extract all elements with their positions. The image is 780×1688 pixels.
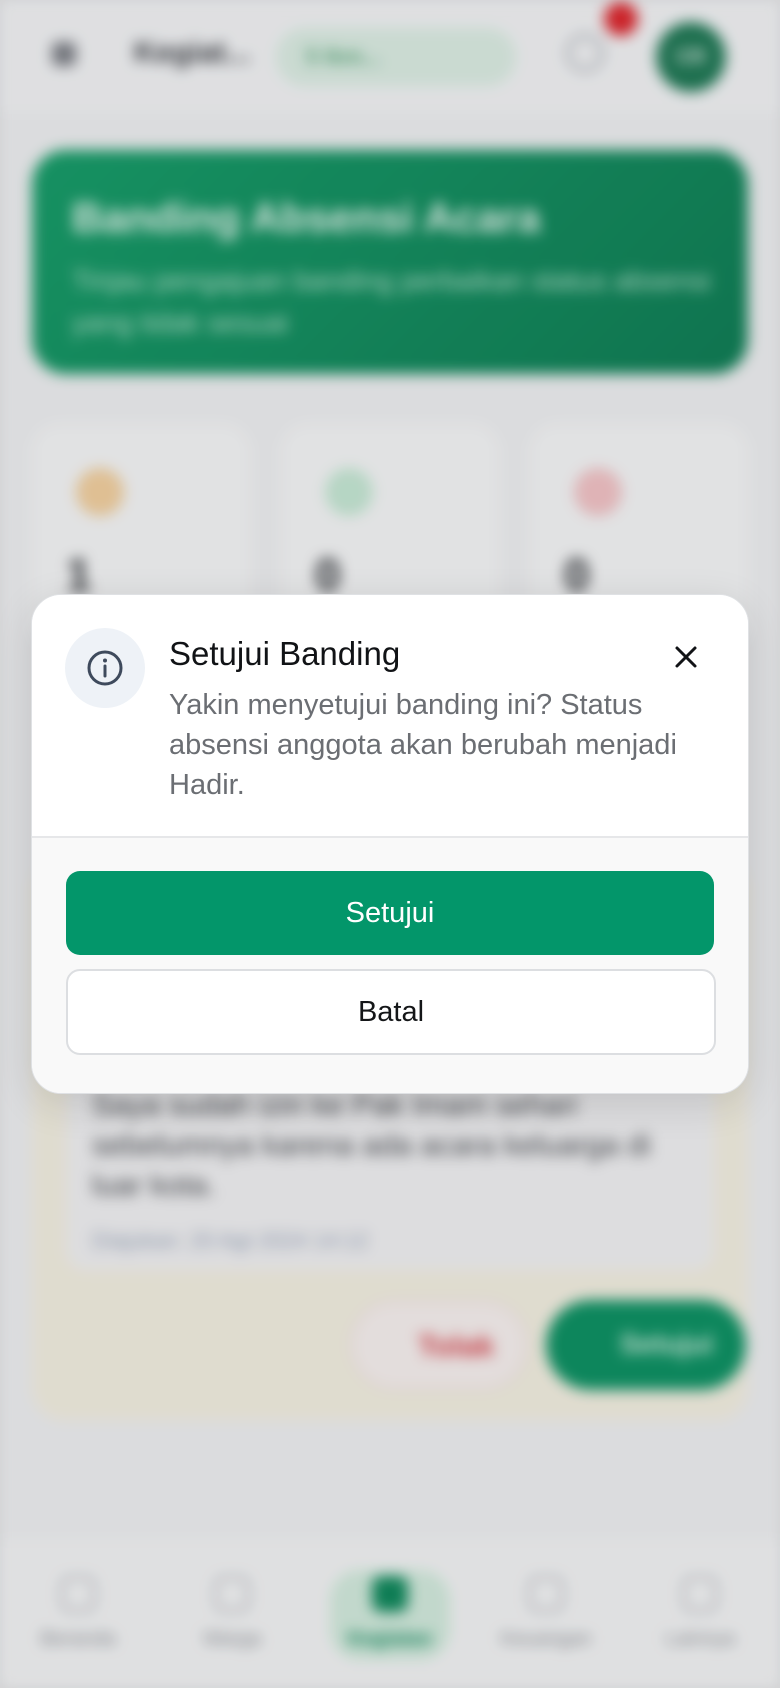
- close-icon: [675, 646, 697, 668]
- dialog-title: Setujui Banding: [169, 635, 401, 672]
- cancel-button[interactable]: Batal: [66, 969, 716, 1055]
- dialog-message: Yakin menyetujui banding ini? Status abs…: [169, 689, 677, 801]
- dialog-actions: Setujui Batal: [32, 836, 748, 1093]
- approve-appeal-dialog: Setujui Banding Yakin menyetujui banding…: [31, 594, 749, 1094]
- info-icon: [87, 650, 123, 686]
- info-badge: [65, 628, 145, 708]
- close-dialog-button[interactable]: [666, 637, 706, 677]
- dialog-header: Setujui Banding Yakin menyetujui banding…: [32, 595, 748, 836]
- confirm-approve-button[interactable]: Setujui: [66, 871, 714, 955]
